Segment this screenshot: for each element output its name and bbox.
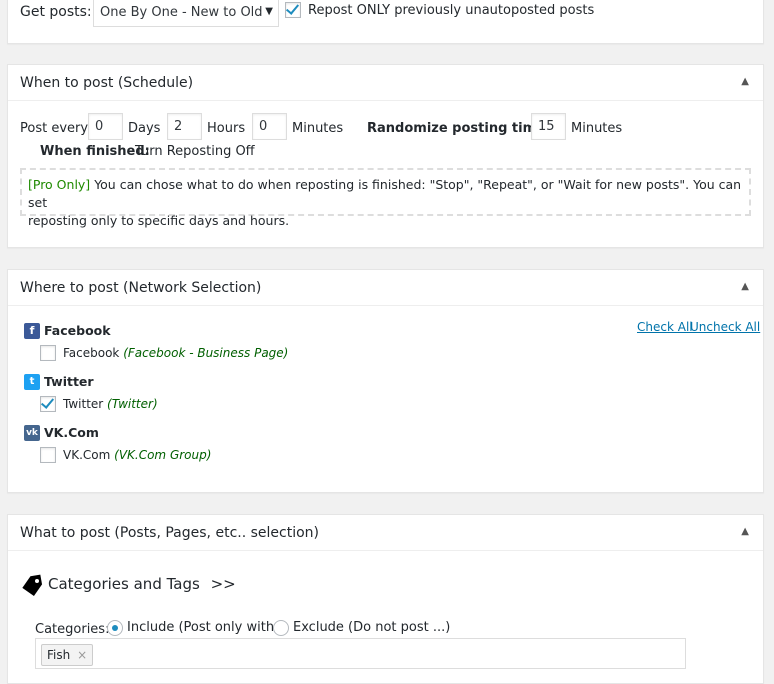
minutes-label: Minutes <box>292 121 344 136</box>
randomize-input[interactable] <box>531 113 566 140</box>
days-input[interactable] <box>88 113 123 140</box>
network-title: Where to post (Network Selection) <box>20 280 262 296</box>
collapse-arrow-icon[interactable]: ▲ <box>741 76 749 87</box>
vk-icon: vk <box>24 425 40 441</box>
network-name-twitter: Twitter <box>44 374 94 389</box>
minutes-input[interactable] <box>252 113 287 140</box>
twitter-account-name: Twitter <box>63 397 104 411</box>
vk-account-checkbox[interactable] <box>40 447 56 463</box>
hours-label: Hours <box>207 121 246 136</box>
expand-arrow: >> <box>210 575 236 593</box>
category-token: Fish × <box>41 644 94 666</box>
pro-notice: [Pro Only] You can chose what to do when… <box>20 168 751 228</box>
include-label: Include (Post only with..) <box>127 620 288 635</box>
twitter-account-type: (Twitter) <box>107 397 158 411</box>
schedule-panel-header[interactable]: When to post (Schedule) ▲ <box>8 65 763 101</box>
uncheck-all-link[interactable]: Uncheck All <box>690 320 760 334</box>
what-to-post-panel: What to post (Posts, Pages, etc.. select… <box>7 514 764 684</box>
get-posts-panel: Get posts: One By One - New to Old ▼ Rep… <box>7 0 764 44</box>
collapse-arrow-icon[interactable]: ▲ <box>741 526 749 537</box>
get-posts-select-value: One By One - New to Old <box>100 5 263 20</box>
when-finished-value: Turn Reposting Off <box>135 144 255 159</box>
exclude-radio[interactable] <box>273 620 289 636</box>
days-label: Days <box>128 121 161 136</box>
pro-text-2: reposting only to specific days and hour… <box>28 213 290 228</box>
randomize-unit: Minutes <box>571 121 623 136</box>
get-posts-label: Get posts: <box>20 4 92 20</box>
vk-account-type: (VK.Com Group) <box>114 448 212 462</box>
repost-checkbox[interactable] <box>285 1 301 18</box>
facebook-account-type: (Facebook - Business Page) <box>123 346 289 360</box>
what-to-post-title: What to post (Posts, Pages, etc.. select… <box>20 525 319 541</box>
schedule-title: When to post (Schedule) <box>20 75 194 91</box>
twitter-account-checkbox[interactable] <box>40 395 56 412</box>
chevron-down-icon: ▼ <box>265 6 273 17</box>
exclude-label: Exclude (Do not post ...) <box>293 620 451 635</box>
network-name-vk: VK.Com <box>44 425 99 440</box>
facebook-account-name: Facebook <box>63 346 120 360</box>
collapse-arrow-icon[interactable]: ▲ <box>741 281 749 292</box>
remove-token-icon[interactable]: × <box>77 648 87 662</box>
categories-token-input[interactable]: Fish × <box>35 638 686 669</box>
pro-tag: [Pro Only] <box>28 177 91 192</box>
cat-tags-heading-text: Categories and Tags <box>48 575 200 593</box>
facebook-account-label: Facebook (Facebook - Business Page) <box>63 346 288 360</box>
network-panel: Where to post (Network Selection) ▲ Chec… <box>7 269 764 493</box>
vk-account-name: VK.Com <box>63 448 111 462</box>
facebook-account-checkbox[interactable] <box>40 345 56 361</box>
twitter-icon: t <box>24 374 40 390</box>
hours-input[interactable] <box>167 113 202 140</box>
vk-account-label: VK.Com (VK.Com Group) <box>63 448 211 462</box>
check-all-link[interactable]: Check All <box>637 320 693 334</box>
facebook-icon: f <box>24 323 40 339</box>
get-posts-select[interactable]: One By One - New to Old ▼ <box>93 0 279 27</box>
token-label: Fish <box>47 648 71 662</box>
pro-text-1: You can chose what to do when reposting … <box>28 177 742 210</box>
network-panel-header[interactable]: Where to post (Network Selection) ▲ <box>8 270 763 306</box>
repost-label: Repost ONLY previously unautoposted post… <box>308 3 595 18</box>
tag-icon <box>22 574 43 597</box>
schedule-panel: When to post (Schedule) ▲ Post every: Da… <box>7 64 764 248</box>
network-name-facebook: Facebook <box>44 323 111 338</box>
include-radio[interactable] <box>107 620 123 636</box>
what-to-post-panel-header[interactable]: What to post (Posts, Pages, etc.. select… <box>8 515 763 551</box>
when-finished-label: When finished: <box>40 144 150 159</box>
categories-label: Categories: <box>35 622 110 637</box>
twitter-account-label: Twitter (Twitter) <box>63 397 158 411</box>
post-every-label: Post every: <box>20 121 92 136</box>
cat-tags-heading[interactable]: Categories and Tags >> <box>48 575 236 593</box>
